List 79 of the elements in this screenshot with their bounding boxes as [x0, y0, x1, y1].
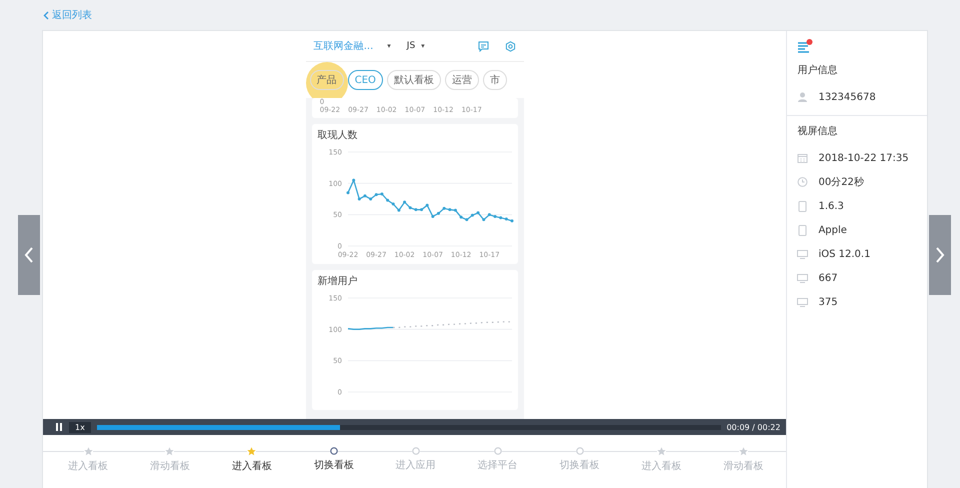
data-point [420, 208, 423, 212]
event-label[interactable]: 切换看板 [560, 458, 600, 472]
info-value: 1.6.3 [818, 200, 844, 212]
back-chevron-icon [43, 10, 49, 20]
back-link[interactable]: 返回列表 [43, 8, 92, 22]
data-point [386, 198, 389, 202]
phone-icon [797, 200, 808, 212]
info-value: 132345678 [818, 92, 876, 102]
info-value: 375 [818, 296, 838, 308]
speed-button[interactable]: 1x [69, 422, 91, 432]
project-selector[interactable]: 互联网金融... [314, 39, 374, 53]
info-value: 2018-10-22 17:35 [818, 152, 909, 164]
board-tab[interactable]: 默认看板 [386, 70, 441, 90]
monitor-icon [797, 298, 808, 306]
board-tab[interactable]: 市 [482, 70, 507, 90]
event-label[interactable]: 进入应用 [396, 458, 436, 472]
data-point [510, 219, 514, 222]
data-line [348, 326, 393, 330]
data-point [482, 218, 485, 222]
previous-button[interactable] [18, 215, 40, 295]
info-value: Apple [818, 224, 847, 236]
data-point [408, 206, 412, 210]
chart-title: 取现人数 [318, 129, 359, 142]
data-point [493, 215, 496, 218]
data-point [459, 216, 462, 219]
data-point [442, 206, 446, 210]
settings-icon[interactable] [504, 40, 516, 52]
event-label[interactable]: 选择平台 [478, 458, 518, 472]
chevron-right-icon [935, 247, 945, 263]
monitor-icon [797, 274, 808, 282]
data-point [454, 208, 457, 212]
data-point [470, 214, 474, 217]
chevron-left-icon [24, 247, 34, 263]
event-list-icon[interactable] [797, 39, 814, 53]
section-title: 视屏信息 [797, 124, 838, 138]
event-label[interactable]: 进入看板 [232, 459, 272, 473]
data-point [425, 204, 428, 207]
data-point [358, 198, 361, 200]
data-point [363, 194, 366, 198]
data-point [488, 213, 491, 216]
event-label[interactable]: 切换看板 [314, 458, 354, 472]
phone-icon [797, 224, 808, 236]
progress-bar[interactable] [96, 424, 721, 430]
touch-indicator [306, 62, 348, 98]
data-point [414, 208, 418, 212]
pause-button[interactable] [55, 423, 63, 431]
chart-title: 新增用户 [318, 274, 359, 288]
data-point [352, 178, 355, 182]
data-point [504, 218, 508, 221]
data-point [476, 211, 480, 214]
monitor-icon [797, 250, 808, 258]
data-point [368, 198, 372, 200]
data-point [374, 193, 378, 196]
data-point [498, 216, 502, 220]
user-selector[interactable]: JS [406, 41, 416, 51]
data-point [465, 218, 468, 222]
user-icon [797, 92, 808, 102]
data-point [402, 200, 406, 204]
comment-icon[interactable] [478, 40, 489, 52]
event-label[interactable]: 滑动看板 [150, 459, 190, 473]
data-point [380, 192, 384, 196]
time-display: 00:09 / 00:22 [726, 422, 780, 432]
data-point [436, 212, 440, 215]
info-value: 667 [818, 272, 838, 284]
event-label[interactable]: 进入看板 [641, 459, 682, 473]
calendar-icon [797, 153, 808, 163]
data-point [448, 208, 452, 212]
board-tab[interactable]: 运营 [444, 70, 479, 90]
info-value: 00分22秒 [818, 176, 864, 189]
event-label[interactable]: 进入看板 [68, 459, 108, 473]
clock-icon [797, 177, 808, 187]
data-point [346, 191, 350, 194]
data-point [391, 202, 394, 206]
section-title: 用户信息 [797, 64, 838, 77]
data-point [397, 208, 400, 212]
data-point [431, 215, 434, 218]
info-value: iOS 12.0.1 [818, 248, 870, 260]
next-button[interactable] [929, 215, 951, 295]
event-label[interactable]: 滑动看板 [723, 459, 764, 473]
